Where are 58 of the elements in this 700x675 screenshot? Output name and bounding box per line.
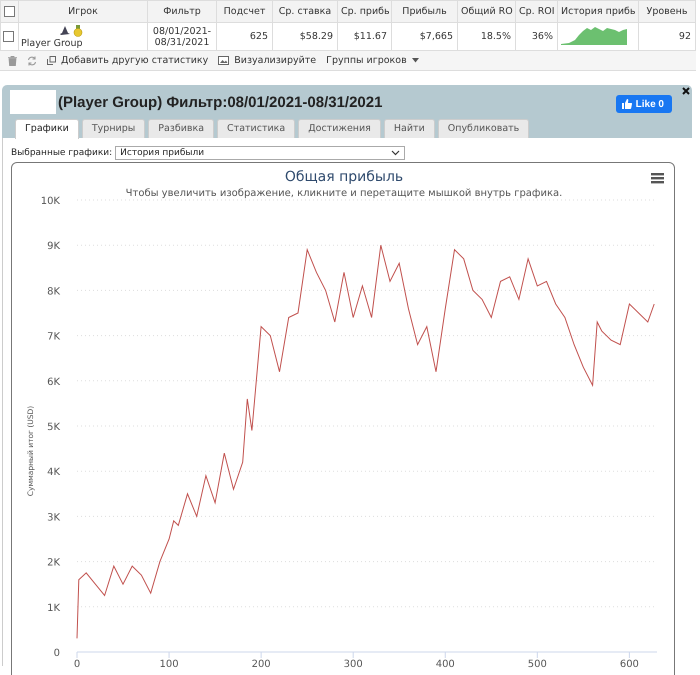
table-cell: 625: [250, 31, 268, 42]
axis-label: 300: [344, 659, 363, 670]
axis-label: 6K: [47, 376, 60, 388]
chart-subtitle: Чтобы увеличить изображение, кликните и перетащите мышкой внутрь графика.: [126, 188, 562, 199]
trash-icon[interactable]: [8, 56, 17, 66]
panel-title: (Player Group) Фильтр:08/01/2021-08/31/2021: [58, 94, 382, 110]
chart-select[interactable]: История прибыли: [115, 146, 406, 160]
menu-icon[interactable]: [651, 173, 664, 184]
refresh-icon[interactable]: [27, 56, 37, 66]
checkbox[interactable]: [4, 6, 15, 17]
table-cell: $11.67: [354, 31, 387, 42]
axis-label: 600: [620, 659, 639, 670]
tab[interactable]: Опубликовать: [438, 119, 530, 138]
table-cell: 92: [678, 31, 691, 42]
axis-label: 0: [54, 648, 60, 659]
column-header[interactable]: Игрок: [68, 6, 98, 17]
windows-icon: [47, 56, 56, 65]
axis-label: 1K: [47, 602, 60, 614]
axis-label: 4K: [47, 467, 60, 478]
table-cell: 18.5%: [480, 31, 511, 42]
redacted-name-block: [10, 90, 56, 114]
thumbs-up-icon: [622, 99, 632, 109]
axis-label: 7K: [47, 332, 60, 343]
tab[interactable]: Статистика: [217, 119, 296, 138]
checkbox[interactable]: [3, 30, 14, 42]
chart-title: Общая прибыль: [284, 169, 404, 185]
profit-sparkline: [561, 25, 627, 45]
tab[interactable]: Достижения: [298, 119, 381, 138]
axis-label: 200: [252, 659, 271, 670]
axis-label: 100: [160, 659, 179, 670]
medal-icon: [73, 25, 83, 37]
axis-label: 2K: [47, 558, 60, 569]
field-label: Выбранные графики:: [11, 148, 112, 158]
close-icon[interactable]: [682, 87, 690, 95]
table-cell: 36%: [532, 31, 553, 42]
table-cell: $58.29: [300, 31, 333, 42]
tab[interactable]: Графики: [15, 119, 79, 139]
axis-label: 10K: [40, 196, 60, 207]
table-cell: $7,665: [420, 31, 453, 42]
axis-label: 9K: [47, 241, 60, 252]
axis-label: 3K: [47, 512, 60, 524]
axis-label: 400: [436, 659, 455, 670]
axis-label: 5K: [47, 422, 60, 433]
tab[interactable]: Разбивка: [148, 119, 214, 138]
visualize-button[interactable]: Визуализируйте: [218, 55, 316, 66]
tab[interactable]: Турниры: [82, 119, 146, 138]
table-cell: 08/01/2021- 08/31/2021: [152, 26, 212, 48]
axis-label: 500: [528, 659, 547, 670]
caret-icon: [412, 58, 419, 63]
like-button[interactable]: Like 0: [616, 95, 672, 113]
axis-label: 0: [74, 659, 80, 670]
tab[interactable]: Найти: [384, 119, 435, 138]
add-statistics-button[interactable]: Добавить другую статистику: [47, 55, 208, 66]
wizard-hat-icon: [60, 26, 70, 36]
player-groups-dropdown[interactable]: Группы игроков: [326, 55, 419, 66]
image-icon: [218, 56, 230, 65]
axis-label: 8K: [47, 286, 60, 298]
chevron-icon: [391, 150, 400, 156]
